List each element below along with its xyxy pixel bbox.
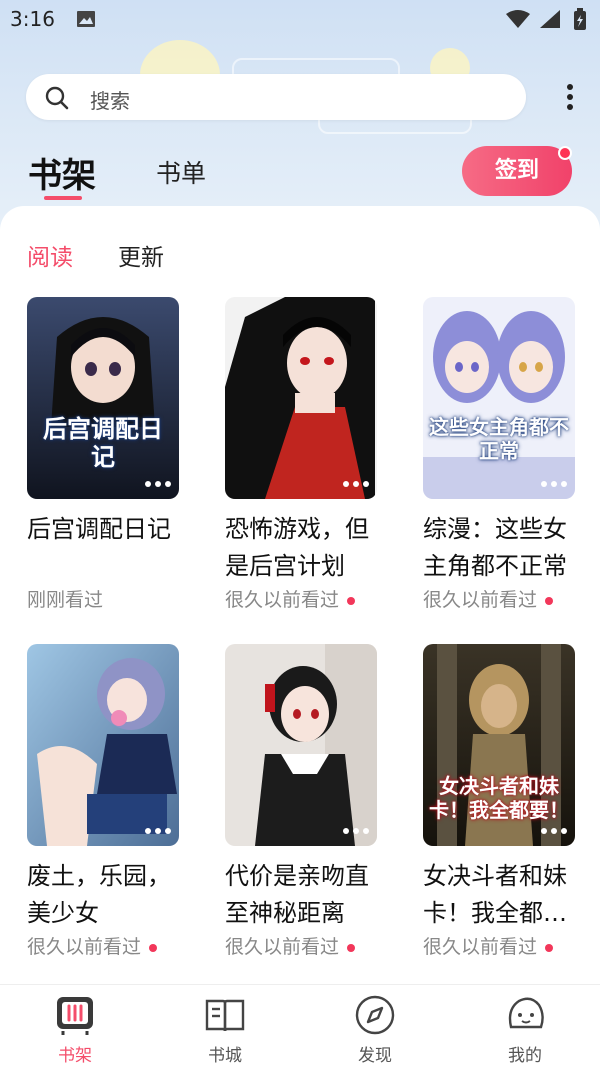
active-tab-indicator	[44, 196, 82, 200]
bottom-navigation: 书架 书城 发现 我的	[0, 984, 600, 1067]
nav-profile[interactable]: 我的	[475, 993, 575, 1066]
nav-bookstore[interactable]: 书城	[175, 993, 275, 1066]
book-card[interactable]: 恐怖游戏，但是后宫计划 很久以前看过	[225, 297, 377, 612]
tab-bookshelf-label: 书架	[28, 156, 96, 196]
book-cover[interactable]: 女决斗者和妹卡！我全都要！	[423, 644, 575, 846]
search-icon	[45, 86, 69, 110]
book-card[interactable]: 代价是亲吻直至神秘距离 很久以前看过	[225, 644, 377, 959]
compass-icon	[355, 995, 395, 1035]
nav-label: 书架	[58, 1046, 92, 1066]
bookshelf-icon	[57, 997, 93, 1035]
more-options-icon[interactable]	[556, 80, 584, 116]
more-icon[interactable]	[537, 472, 567, 491]
signin-notification-dot	[558, 146, 572, 160]
status-bar: 3:16	[0, 0, 600, 40]
book-card[interactable]: 后宫调配日记 后宫调配日记 刚刚看过	[27, 297, 179, 612]
signal-icon	[540, 10, 560, 28]
wifi-icon	[506, 10, 530, 28]
read-status: 很久以前看过	[423, 932, 575, 959]
update-dot	[149, 943, 158, 952]
sub-tab-updates[interactable]: 更新	[118, 238, 164, 272]
search-bar[interactable]: 搜索	[26, 74, 526, 120]
profile-icon	[508, 997, 544, 1029]
book-cover[interactable]: 这些女主角都不正常	[423, 297, 575, 499]
signin-button[interactable]: 签到	[462, 146, 572, 196]
read-status: 刚刚看过	[27, 589, 104, 611]
tab-bookshelf[interactable]: 书架	[28, 148, 96, 200]
update-dot	[545, 943, 554, 952]
status-time: 3:16	[10, 7, 55, 31]
read-status: 很久以前看过	[225, 932, 377, 959]
signin-label: 签到	[494, 158, 539, 183]
book-title: 女决斗者和妹卡！我全都…	[423, 862, 567, 927]
read-status: 很久以前看过	[423, 585, 575, 612]
nav-bookshelf[interactable]: 书架	[25, 993, 125, 1066]
nav-discover[interactable]: 发现	[325, 993, 425, 1066]
more-icon[interactable]	[339, 472, 369, 491]
nav-label: 书城	[208, 1046, 242, 1066]
bookstore-icon	[205, 999, 245, 1032]
book-cover[interactable]	[225, 297, 377, 499]
tab-booklist[interactable]: 书单	[156, 154, 206, 190]
update-dot	[347, 943, 356, 952]
book-cover[interactable]	[27, 644, 179, 846]
book-card[interactable]: 废土，乐园，美少女 很久以前看过	[27, 644, 179, 959]
cover-title: 女决斗者和妹卡！我全都要！	[429, 774, 569, 822]
search-placeholder: 搜索	[90, 89, 130, 113]
more-icon[interactable]	[141, 819, 171, 838]
system-status-icons	[506, 8, 586, 30]
book-title: 代价是亲吻直至神秘距离	[225, 862, 369, 927]
update-dot	[347, 596, 356, 605]
book-title: 恐怖游戏，但是后宫计划	[225, 515, 369, 580]
sub-tab-reading[interactable]: 阅读	[27, 238, 73, 272]
read-status: 很久以前看过	[225, 585, 377, 612]
cover-title: 这些女主角都不正常	[429, 415, 569, 463]
gallery-icon	[77, 11, 95, 27]
book-title: 综漫：这些女主角都不正常	[423, 515, 567, 580]
more-icon[interactable]	[537, 819, 567, 838]
book-card[interactable]: 这些女主角都不正常 综漫：这些女主角都不正常 很久以前看过	[423, 297, 575, 612]
more-icon[interactable]	[339, 819, 369, 838]
book-card[interactable]: 女决斗者和妹卡！我全都要！ 女决斗者和妹卡！我全都… 很久以前看过	[423, 644, 575, 959]
nav-label: 我的	[508, 1046, 542, 1066]
book-title: 后宫调配日记	[27, 515, 171, 543]
book-cover[interactable]	[225, 644, 377, 846]
update-dot	[545, 596, 554, 605]
nav-label: 发现	[358, 1046, 392, 1066]
read-status: 很久以前看过	[27, 932, 179, 959]
book-cover[interactable]: 后宫调配日记	[27, 297, 179, 499]
cover-title: 后宫调配日记	[43, 415, 163, 471]
more-icon[interactable]	[141, 472, 171, 491]
book-title: 废土，乐园，美少女	[27, 862, 171, 927]
